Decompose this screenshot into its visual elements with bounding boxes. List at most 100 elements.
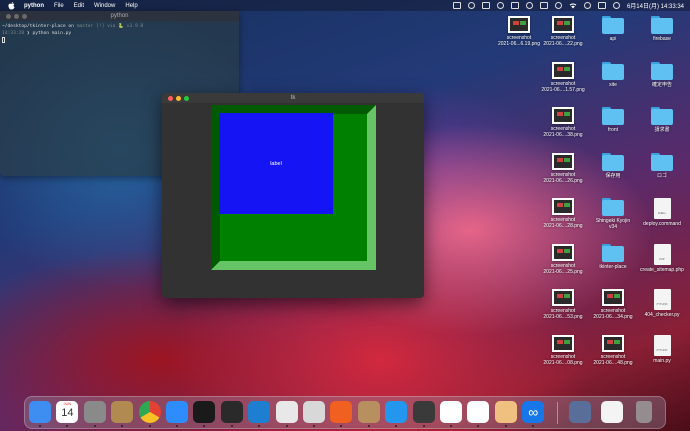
desktop-icon-image[interactable]: screenshot 2021-06....22.png [538,16,588,47]
menu-app-name[interactable]: python [24,3,44,9]
desktop-icon-folder[interactable]: 請求書 [637,107,687,133]
activity-monitor-icon[interactable] [330,401,353,427]
spotlight-icon[interactable] [583,2,591,9]
desktop-icon-folder[interactable]: 保存用 [588,152,638,179]
tk-label-text: label [270,160,282,167]
tk-window-title: tk [290,95,296,101]
terminal-icon[interactable] [220,401,243,427]
tk-titlebar[interactable]: tk [162,93,424,103]
desktop-icon-label: ロゴ [656,172,667,179]
desktop-icon-label: site [609,81,617,88]
desktop-icon-doc[interactable]: PYTHON 404_checker.py [637,289,687,318]
image-file-icon [552,61,574,79]
sourcetree-icon[interactable] [440,401,462,427]
terminal-prompt-time: 14:33:20 [2,31,25,36]
status-icon[interactable] [467,2,475,9]
siri-status-icon[interactable] [496,2,504,9]
image-file-icon [508,16,530,33]
tk-window[interactable]: tk label [162,93,424,298]
system-preferences-icon[interactable] [83,401,106,427]
desktop-icon-doc[interactable]: PHP create_sitemap.php [637,243,687,273]
finder-icon[interactable] [29,401,51,427]
file-type-badge: SHELL [657,212,667,215]
dock: JUN 14 ∞ [24,396,666,429]
control-center-icon[interactable] [597,2,606,9]
vscode-icon[interactable] [248,401,271,427]
keyboard-icon[interactable] [510,2,519,9]
desktop-icon-folder[interactable]: site [588,61,638,88]
downloads-stack-icon[interactable] [569,401,591,423]
document-file-icon: PYTHON [653,334,671,356]
chrome-icon[interactable] [138,401,161,427]
calendar-icon[interactable]: JUN 14 [56,401,79,427]
file-type-badge: PHP [659,257,665,261]
desktop-icon-image[interactable]: screenshot 2021-06....34.png [588,289,638,320]
menu-file[interactable]: File [54,3,64,9]
menu-bar: python File Edit Window Help 6月14日(月) 14… [0,0,690,11]
desktop-icon-label: screenshot 2021-06....1.57.png [541,80,585,93]
apple-menu-icon[interactable] [8,1,16,10]
desktop-icon-label: 保存用 [605,172,621,179]
desktop-icon-folder[interactable]: api [588,16,638,42]
terminal-output[interactable]: ~/desktop/tkinter-place on master [!] vi… [0,21,239,47]
desktop-icon-doc[interactable]: PYTHON main.py [637,334,687,364]
desktop-icon-image[interactable]: screenshot 2021-06....1.57.png [538,61,588,93]
image-file-icon [552,243,574,261]
quicktime-icon[interactable] [412,401,435,427]
archive-utility-icon[interactable] [111,401,134,427]
desktop-icon-image[interactable]: screenshot 2021-06....38.png [538,107,588,138]
terminal-prompt-branch: master [!] via 🐍 v3.9.0 [76,24,144,29]
menu-window[interactable]: Window [94,3,115,9]
desktop-icon-folder[interactable]: front [588,107,638,133]
desktop-icon-folder[interactable]: Shingeki Kyojin v34 [588,198,638,230]
image-file-icon [552,334,574,352]
desktop-icon-label: tkinter-place [599,263,627,270]
iterm-icon[interactable] [193,401,216,427]
desktop-icon-image[interactable]: screenshot 2021-06....08.png [538,334,588,366]
desktop-icon-doc[interactable]: SHELL deploy.command [637,198,687,227]
desktop-icon-image[interactable]: screenshot 2021-06....26.png [538,152,588,184]
menu-edit[interactable]: Edit [74,3,84,9]
image-file-icon [552,198,574,215]
menu-clock[interactable]: 6月14日(月) 14:33:34 [627,1,684,10]
sequel-pro-icon[interactable] [303,401,325,427]
desktop-icon-label: deploy.command [643,221,681,227]
desktop-icon-folder[interactable]: ロゴ [637,152,687,179]
archive-app-icon[interactable] [357,401,380,427]
github-icon[interactable] [525,2,533,9]
desktop-icon-label: screenshot 2021-06....26.png [543,171,583,184]
wifi-icon[interactable] [569,2,577,9]
desktop-icon-folder[interactable]: 確定申告 [637,61,687,88]
menu-help[interactable]: Help [125,3,137,9]
desktop-icon-image[interactable]: screenshot 2021-06....53.png [538,289,588,320]
display-icon[interactable] [481,2,490,9]
folder-icon [651,16,673,34]
preview-icon[interactable] [494,401,517,427]
bluetooth-icon[interactable] [554,2,562,9]
desktop-icon-image[interactable]: screenshot 2021-06...6.19.png [494,16,544,47]
desktop-icon-image[interactable]: screenshot 2021-06....28.png [538,198,588,229]
desktop-icon-folder[interactable]: tkinter-place [588,243,638,270]
safari-icon[interactable] [275,401,298,427]
desktop-icon-label: screenshot 2021-06...6.19.png [498,35,540,47]
desktop-icon-folder[interactable]: firebase [637,16,687,42]
trash-icon[interactable] [636,401,652,423]
siri-icon[interactable] [612,2,620,9]
docker-icon[interactable] [385,401,408,427]
battery-icon[interactable] [539,2,548,9]
desktop-icon-image[interactable]: screenshot 2021-06....48.png [588,334,638,366]
zoom-icon[interactable] [166,401,188,427]
documents-stack-icon[interactable] [601,401,623,423]
terminal-titlebar[interactable]: python [0,11,239,21]
infinity-icon[interactable]: ∞ [522,401,545,427]
document-file-icon: SHELL [653,198,671,219]
desktop-icon-label: screenshot 2021-06....08.png [543,353,583,366]
file-type-badge: PYTHON [656,303,668,306]
calendar-day: 14 [61,407,74,419]
dropbox-icon[interactable] [452,2,461,9]
desktop-icon-image[interactable]: screenshot 2021-06....25.png [538,243,588,275]
github-desktop-icon[interactable] [467,401,490,427]
image-file-icon [602,289,624,306]
desktop-icon-label: api [609,36,617,42]
folder-icon [651,152,673,171]
